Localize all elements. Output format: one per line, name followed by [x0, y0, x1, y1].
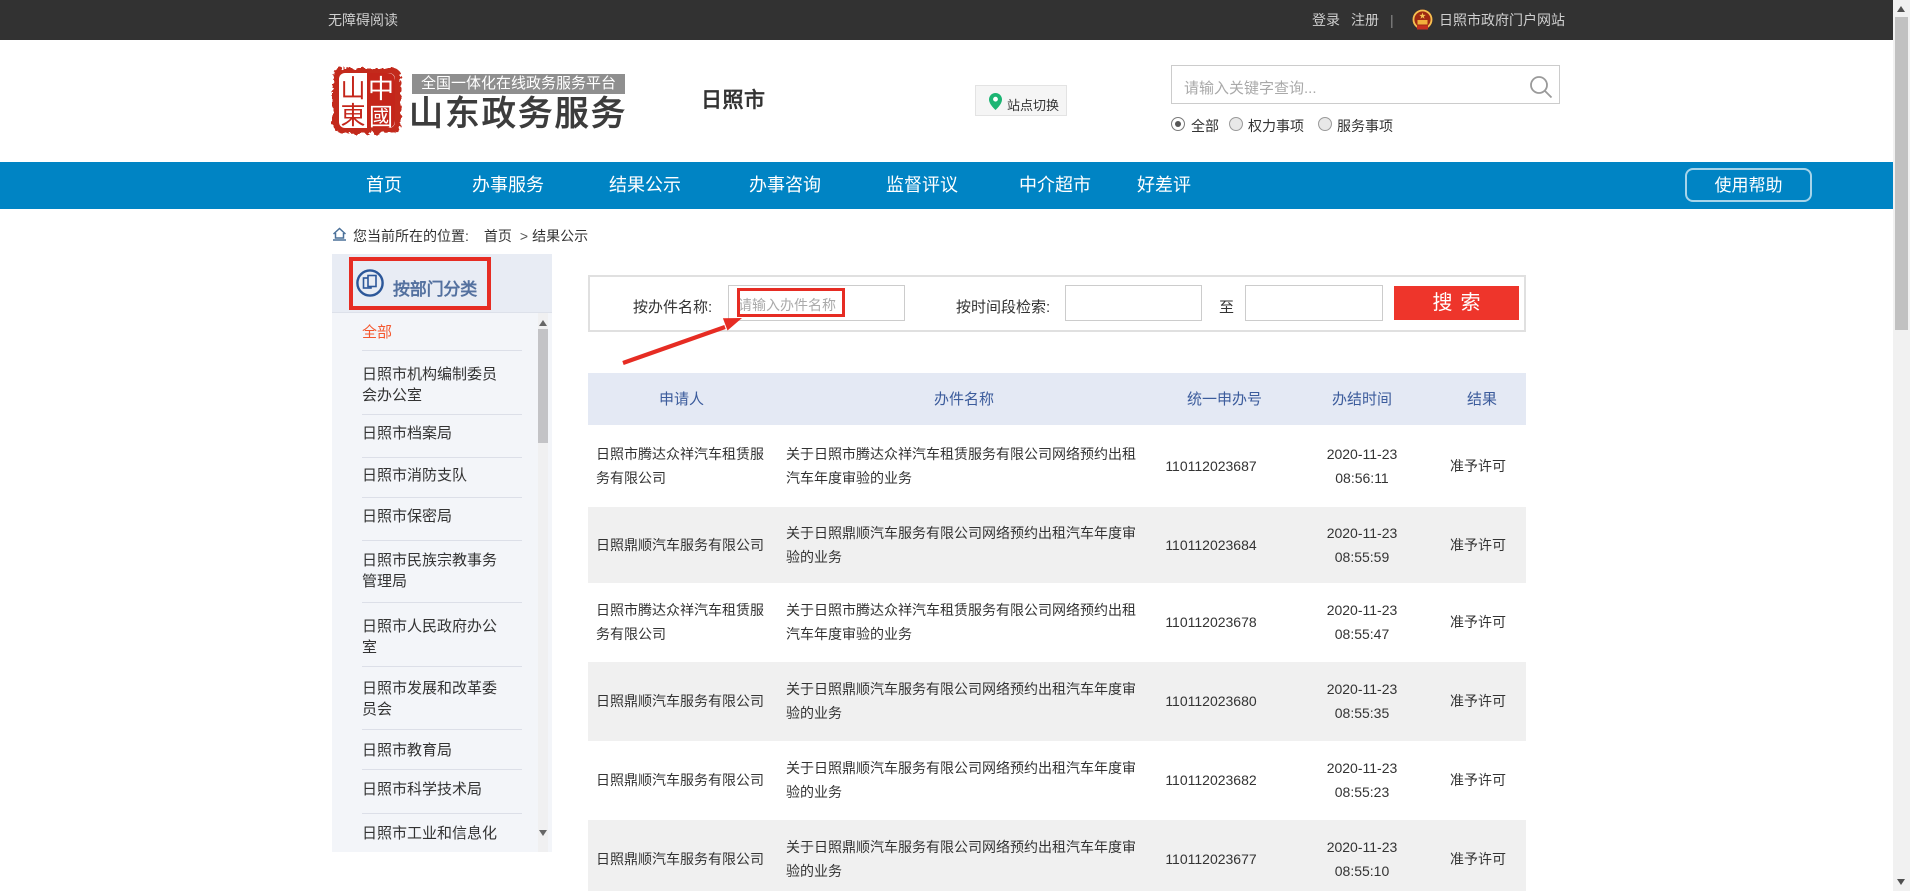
- svg-text:中: 中: [368, 74, 394, 104]
- svg-text:山: 山: [340, 75, 365, 103]
- svg-text:東: 東: [340, 102, 365, 130]
- svg-text:國: 國: [369, 104, 393, 131]
